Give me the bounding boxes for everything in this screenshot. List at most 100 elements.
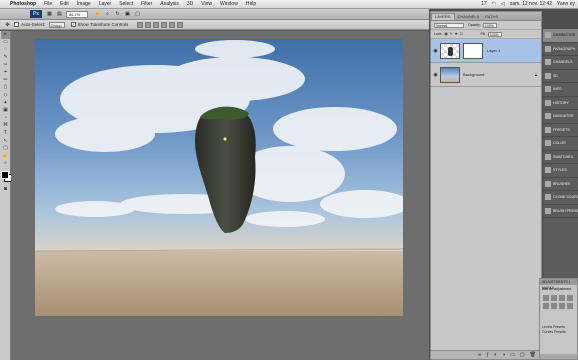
menu-analysis[interactable]: Analysis — [160, 1, 179, 7]
move-tool-icon[interactable]: ▸ — [1, 31, 10, 39]
bridge-icon[interactable]: ▦ — [46, 11, 53, 18]
lock-pixels-icon[interactable]: ✎ — [450, 32, 453, 36]
screen-mode-icon[interactable]: ▢ — [134, 11, 141, 18]
menu-window[interactable]: Window — [220, 1, 238, 7]
layer-name[interactable]: Background — [463, 72, 484, 77]
fill-field[interactable]: 100% — [487, 31, 502, 37]
curves-icon[interactable] — [559, 295, 565, 301]
menu-help[interactable]: Help — [246, 1, 256, 7]
align-right-icon[interactable] — [177, 21, 184, 28]
align-middle-icon[interactable] — [145, 21, 152, 28]
volume-icon[interactable]: ◁ — [501, 1, 505, 7]
menu-file[interactable]: File — [44, 1, 52, 7]
brightness-icon[interactable] — [543, 295, 549, 301]
menu-edit[interactable]: Edit — [60, 1, 69, 7]
exposure-icon[interactable] — [567, 295, 573, 301]
clone-stamp-tool-icon[interactable]: ◇ — [1, 92, 10, 100]
user-name[interactable]: Yann ey — [557, 1, 575, 7]
dock-history[interactable]: HISTORY — [543, 97, 578, 110]
layer-row-layer-1[interactable]: ◉ Layer 1 — [431, 39, 541, 63]
vibrance-icon[interactable] — [543, 303, 549, 309]
menu-view[interactable]: View — [201, 1, 212, 7]
lock-position-icon[interactable]: ✥ — [455, 32, 458, 36]
healing-tool-icon[interactable]: ✏ — [1, 77, 10, 85]
visibility-eye-icon[interactable]: ◉ — [431, 48, 440, 54]
dock-swatches[interactable]: SWATCHES — [543, 151, 578, 164]
blend-mode-dropdown[interactable]: Normal — [434, 22, 464, 28]
minibridge-icon[interactable]: ▤ — [56, 11, 63, 18]
menu-filter[interactable]: Filter — [141, 1, 152, 7]
menu-layer[interactable]: Layer — [99, 1, 112, 7]
shape-tool-icon[interactable]: ▢ — [1, 145, 10, 153]
brush-tool-icon[interactable]: ▯ — [1, 84, 10, 92]
lock-transparency-icon[interactable]: ▦ — [444, 32, 447, 36]
dock-brush-presets[interactable]: BRUSH PRESETS — [543, 205, 578, 218]
lasso-tool-icon[interactable]: ◌ — [1, 46, 10, 54]
link-layers-icon[interactable]: ∞ — [478, 352, 482, 358]
hue-icon[interactable] — [551, 303, 557, 309]
add-mask-icon[interactable]: ◐ — [494, 352, 497, 358]
move-tool-preset-icon[interactable]: ✥ — [4, 21, 11, 28]
curves-presets-row[interactable]: Curves Presets — [540, 330, 577, 335]
align-bottom-icon[interactable] — [153, 21, 160, 28]
path-selection-tool-icon[interactable]: ↖ — [1, 137, 10, 145]
zoom-level-field[interactable]: 66,7% — [66, 10, 88, 18]
dock-info[interactable]: INFO — [543, 83, 578, 97]
dock-clone-source[interactable]: CLONE SOURCE — [543, 191, 578, 205]
dock-navigator[interactable]: NAVIGATOR — [543, 110, 578, 124]
new-adjustment-icon[interactable]: ◑ — [502, 352, 505, 358]
menu-3d[interactable]: 3D — [187, 1, 193, 7]
dock-channels[interactable]: CHANNELS — [543, 56, 578, 70]
lock-all-icon[interactable]: ⊡ — [460, 32, 463, 36]
dock-paragraph[interactable]: PARAGRAPH — [543, 43, 578, 56]
eraser-tool-icon[interactable]: ▣ — [1, 107, 10, 115]
arrange-documents-icon[interactable]: ▣ — [124, 11, 131, 18]
levels-icon[interactable] — [551, 295, 557, 301]
show-transform-checkbox[interactable]: ✓ — [70, 22, 76, 27]
color-balance-icon[interactable] — [559, 303, 565, 309]
dock-3d[interactable]: 3D — [543, 70, 578, 83]
color-swatches[interactable] — [0, 170, 12, 184]
clock-text[interactable]: sam. 12 nov. 12:42 — [510, 1, 552, 7]
dock-brushes[interactable]: BRUSHES — [543, 178, 578, 191]
tab-paths[interactable]: PATHS — [482, 14, 501, 20]
crop-tool-icon[interactable]: ✂ — [1, 61, 10, 69]
visibility-eye-icon[interactable]: ◉ — [431, 72, 440, 78]
auto-select-dropdown[interactable]: Group — [48, 21, 65, 28]
layer-name[interactable]: Layer 1 — [487, 48, 500, 53]
history-brush-tool-icon[interactable]: ✦ — [1, 99, 10, 107]
zoom-tool-side-icon[interactable]: ⌕ — [1, 160, 10, 168]
dock-character[interactable]: CHARACTER — [543, 29, 578, 43]
align-top-icon[interactable] — [137, 21, 144, 28]
opacity-field[interactable]: 100% — [482, 22, 497, 28]
dock-color[interactable]: COLOR — [543, 137, 578, 151]
new-layer-icon[interactable]: ▢ — [520, 352, 525, 358]
auto-select-checkbox[interactable] — [14, 22, 19, 27]
marquee-tool-icon[interactable]: ▭ — [1, 39, 10, 47]
tab-layers[interactable]: LAYERS — [431, 13, 455, 20]
layer-row-background[interactable]: ◉ Background 🔒︎ — [431, 63, 541, 87]
menu-image[interactable]: Image — [77, 1, 91, 7]
gradient-tool-icon[interactable]: ◔ — [1, 115, 10, 123]
dodge-tool-icon[interactable]: ⌘ — [1, 122, 10, 130]
menu-select[interactable]: Select — [119, 1, 133, 7]
hand-tool-icon[interactable]: ☝ — [94, 11, 101, 18]
fx-icon[interactable]: ƒ — [486, 352, 489, 358]
black-white-icon[interactable] — [567, 303, 573, 309]
foreground-color-swatch[interactable] — [1, 170, 9, 179]
trash-icon[interactable]: 🗑︎ — [530, 352, 536, 358]
status-number[interactable]: 17 — [481, 1, 487, 7]
hand-tool-side-icon[interactable]: ☝ — [1, 153, 10, 161]
wifi-icon[interactable]: ◠ — [492, 1, 496, 7]
align-center-icon[interactable] — [169, 21, 176, 28]
align-left-icon[interactable] — [161, 21, 168, 28]
eyedropper-tool-icon[interactable]: ⌖ — [1, 69, 10, 77]
zoom-tool-icon[interactable]: ⌕ — [104, 11, 111, 18]
menu-app-name[interactable]: Photoshop — [10, 1, 36, 7]
type-tool-icon[interactable]: T — [1, 130, 10, 138]
dock-presets[interactable]: PRESETS — [543, 124, 578, 137]
rotate-view-icon[interactable]: ↻ — [114, 11, 121, 18]
layer-mask-thumbnail[interactable] — [463, 42, 483, 59]
tab-channels[interactable]: CHANNELS — [455, 14, 483, 20]
quick-select-tool-icon[interactable]: ✎ — [1, 54, 10, 62]
